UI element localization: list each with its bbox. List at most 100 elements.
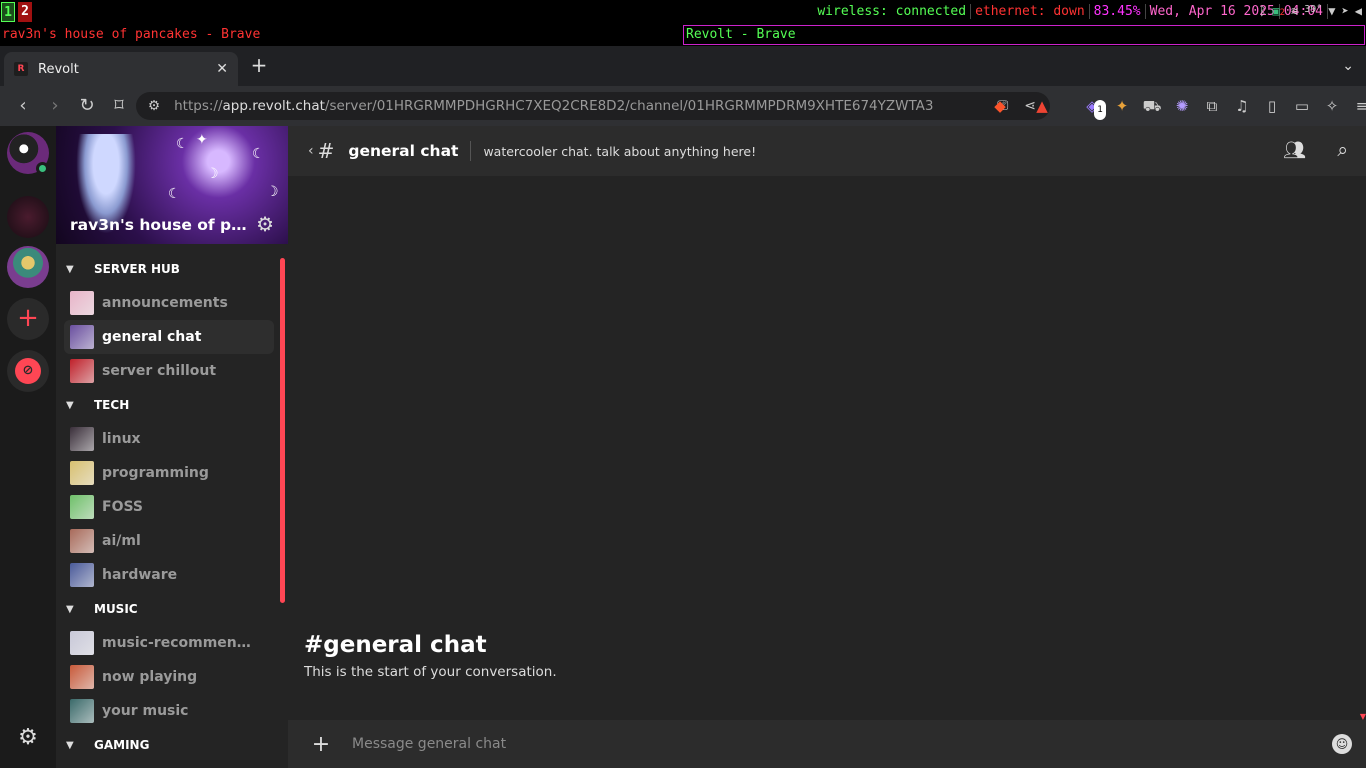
emoji-picker-icon[interactable]: ☺ bbox=[1332, 734, 1352, 754]
sidebar-icon[interactable]: ▯ bbox=[1262, 96, 1282, 116]
media-icon[interactable]: ♫ bbox=[1232, 96, 1252, 116]
channel-item[interactable]: music-recommendations bbox=[64, 626, 274, 660]
user-settings-gear-icon[interactable]: ⚙ bbox=[16, 726, 40, 750]
window-title-left[interactable]: rav3n's house of pancakes - Brave bbox=[2, 27, 260, 42]
hash-icon: # bbox=[317, 139, 335, 163]
wm-status-bar: 1 2 wireless: connected ethernet: down 8… bbox=[0, 0, 1366, 24]
close-tab-icon[interactable]: ✕ bbox=[216, 61, 228, 77]
moon-icon: ☾ bbox=[176, 136, 189, 152]
add-server-icon[interactable]: + bbox=[7, 298, 49, 340]
new-tab-icon[interactable]: + bbox=[250, 55, 268, 75]
url-path: /server/01HRGRMMPDHGRHC7XEQ2CRE8D2/chann… bbox=[324, 98, 934, 114]
channel-item[interactable]: hardware bbox=[64, 558, 274, 592]
channel-item[interactable]: programming bbox=[64, 456, 274, 490]
browser-menu-icon[interactable]: ≡ bbox=[1352, 96, 1366, 116]
channel-item[interactable]: linux bbox=[64, 422, 274, 456]
welcome-title: #general chat bbox=[304, 632, 487, 658]
server-icon-anime[interactable] bbox=[7, 246, 49, 288]
search-icon[interactable]: ⌕ bbox=[1337, 139, 1348, 161]
channel-item[interactable]: announcements bbox=[64, 286, 274, 320]
channel-item[interactable]: general chat bbox=[64, 320, 274, 354]
channel-sidebar: ☾ ☽ ☾ ✦ ☽ ☾ rav3n's house of pancakes ⚙ … bbox=[56, 126, 288, 768]
server-banner[interactable]: ☾ ☽ ☾ ✦ ☽ ☾ rav3n's house of pancakes ⚙ bbox=[56, 126, 288, 244]
channel-item[interactable]: FOSS bbox=[64, 490, 274, 524]
brave-shields-icon[interactable]: ◆ bbox=[990, 96, 1010, 116]
back-icon[interactable]: ‹ bbox=[8, 91, 38, 121]
online-status-dot bbox=[36, 162, 49, 175]
address-bar[interactable]: ⚙ https://app.revolt.chat/server/01HRGRM… bbox=[136, 92, 1050, 120]
discover-compass-icon[interactable]: ⊘ bbox=[7, 350, 49, 392]
tray-app-icon[interactable]: ▣2 bbox=[1272, 4, 1285, 18]
channel-list: ▼ SERVER HUB announcements general chat serv… bbox=[56, 252, 278, 762]
workspace-2[interactable]: 2 bbox=[18, 2, 32, 22]
tab-search-chevron-icon[interactable]: ⌄ bbox=[1342, 58, 1354, 74]
channel-icon bbox=[70, 427, 94, 451]
category-header[interactable]: ▼ SERVER HUB bbox=[56, 252, 278, 286]
channel-label: hardware bbox=[102, 567, 178, 583]
channel-icon bbox=[70, 563, 94, 587]
wallet-icon[interactable]: ▭ bbox=[1292, 96, 1312, 116]
chat-main: ‹ # general chat watercooler chat. talk … bbox=[288, 126, 1366, 768]
site-info-icon[interactable]: ⚙ bbox=[148, 98, 160, 114]
revolt-app: + ⊘ ⚙ ☾ ☽ ☾ ✦ ☽ ☾ rav3n's house of panca… bbox=[0, 126, 1366, 768]
moon-icon: ☽ bbox=[206, 166, 219, 182]
weather-icon[interactable]: ≋ bbox=[1291, 4, 1298, 18]
channel-item[interactable]: now playing bbox=[64, 660, 274, 694]
channel-list-scrollbar[interactable] bbox=[280, 258, 285, 603]
channel-icon bbox=[70, 359, 94, 383]
channel-item[interactable]: server chillout bbox=[64, 354, 274, 388]
tampermonkey-icon[interactable]: ✦ bbox=[1112, 96, 1132, 116]
extensions-puzzle-icon[interactable]: ⧉ bbox=[1202, 96, 1222, 116]
browser-tab[interactable]: R Revolt ✕ bbox=[4, 52, 238, 86]
channel-label: server chillout bbox=[102, 363, 217, 379]
tab-strip: R Revolt ✕ + ⌄ bbox=[0, 46, 1366, 86]
message-composer: + ☺ bbox=[288, 720, 1366, 768]
chevron-down-icon: ▼ bbox=[66, 739, 74, 751]
forward-icon[interactable]: › bbox=[40, 91, 70, 121]
welcome-subtitle: This is the start of your conversation. bbox=[304, 664, 557, 680]
brave-rewards-icon[interactable]: ▲ bbox=[1032, 96, 1052, 116]
channel-label: ai/ml bbox=[102, 533, 141, 549]
volume-icon[interactable]: ◀ bbox=[1355, 4, 1362, 18]
bluetooth-icon[interactable]: ᛒ bbox=[1259, 4, 1266, 18]
telegram-icon[interactable]: ➤ bbox=[1342, 4, 1349, 18]
status-blocks: wireless: connected ethernet: down 83.45… bbox=[813, 4, 1328, 19]
workspace-1[interactable]: 1 bbox=[1, 2, 15, 22]
channel-label: your music bbox=[102, 703, 189, 719]
window-title-bar: rav3n's house of pancakes - Brave Revolt… bbox=[0, 24, 1366, 46]
category-header[interactable]: ▼ MUSIC bbox=[56, 592, 278, 626]
moon-icon: ☾ bbox=[168, 186, 181, 202]
extension-car-icon[interactable]: ⛟ bbox=[1142, 96, 1162, 116]
bookmark-icon[interactable]: ⌑ bbox=[104, 91, 134, 121]
reload-icon[interactable]: ↻ bbox=[72, 91, 102, 121]
channel-title: general chat bbox=[348, 142, 459, 160]
attach-file-icon[interactable]: + bbox=[310, 732, 332, 757]
channel-item[interactable]: your music bbox=[64, 694, 274, 728]
channel-icon bbox=[70, 291, 94, 315]
collapse-sidebar-chevron-icon[interactable]: ‹ bbox=[308, 143, 314, 159]
leo-ai-icon[interactable]: ✧ bbox=[1322, 96, 1342, 116]
channel-item[interactable]: ai/ml bbox=[64, 524, 274, 558]
extension-badge-icon[interactable]: ◈ 1 bbox=[1082, 96, 1106, 120]
channel-icon bbox=[70, 325, 94, 349]
star-icon: ✦ bbox=[196, 132, 208, 148]
server-icon-house-of-pancakes[interactable] bbox=[7, 196, 49, 238]
category-header[interactable]: ▼ TECH bbox=[56, 388, 278, 422]
battery-status: 83.45% bbox=[1090, 4, 1146, 19]
channel-topic[interactable]: watercooler chat. talk about anything he… bbox=[483, 144, 756, 159]
members-icon[interactable]: 👥︎ bbox=[1283, 140, 1306, 161]
channel-label: now playing bbox=[102, 669, 198, 685]
server-settings-gear-icon[interactable]: ⚙ bbox=[256, 212, 274, 236]
extension-wheel-icon[interactable]: ✺ bbox=[1172, 96, 1192, 116]
wireless-status: wireless: connected bbox=[813, 4, 972, 19]
channel-icon bbox=[70, 461, 94, 485]
channel-label: linux bbox=[102, 431, 141, 447]
category-label: GAMING bbox=[94, 738, 150, 752]
extension-icons: ◆ ▲ ◈ 1 ✦ ⛟ ✺ ⧉ ♫ ▯ ▭ ✧ ≡ bbox=[990, 96, 1366, 120]
message-input[interactable] bbox=[352, 729, 1312, 759]
category-header[interactable]: ▼ GAMING bbox=[56, 728, 278, 762]
wifi-icon[interactable]: ▼ bbox=[1328, 4, 1335, 18]
server-rail: + ⊘ ⚙ bbox=[0, 126, 56, 768]
window-title-right[interactable]: Revolt - Brave bbox=[683, 25, 1365, 45]
category-label: SERVER HUB bbox=[94, 262, 180, 276]
